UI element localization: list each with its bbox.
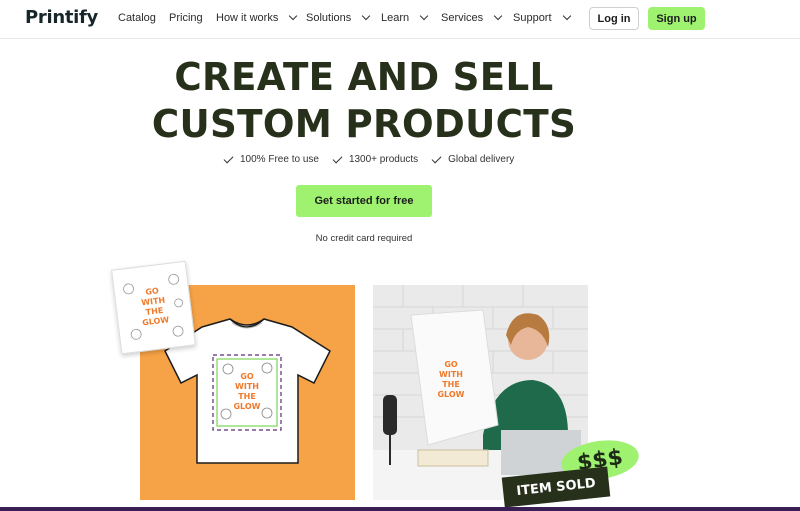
nav-item-label: Support (513, 12, 552, 24)
chevron-down-icon (419, 11, 429, 21)
check-icon (332, 153, 343, 163)
nav-item-learn[interactable]: Learn (381, 11, 429, 24)
nav-item-solutions[interactable]: Solutions (306, 11, 371, 24)
nav-item-label: Catalog (118, 12, 156, 24)
nav-item-label: Learn (381, 12, 410, 24)
design-text-line1: GO (444, 360, 458, 369)
design-preview-card: GO WITH THE GLOW (111, 260, 196, 355)
feature-label: 1300+ products (348, 154, 419, 165)
design-text-line3: THE (442, 380, 460, 389)
design-text-line4: GLOW (142, 315, 170, 327)
seller-photo-tile: GO WITH THE GLOW (373, 285, 588, 500)
top-navigation: Printify Catalog Pricing How it works So… (0, 0, 800, 39)
check-icon (223, 153, 234, 163)
feature-item: 1300+ products (332, 153, 419, 165)
nav-item-label: How it works (216, 12, 279, 24)
design-text-line2: WITH (235, 382, 259, 391)
design-text-line3: THE (238, 392, 256, 401)
login-button[interactable]: Log in (589, 7, 639, 30)
feature-label: 100% Free to use (240, 154, 319, 165)
chevron-down-icon (493, 11, 503, 21)
hero-headline-line2: CUSTOM PRODUCTS (151, 102, 577, 146)
seller-photo-illustration: GO WITH THE GLOW (373, 285, 588, 500)
nav-item-label: Pricing (169, 12, 203, 24)
design-text-line2: WITH (439, 370, 463, 379)
nav-item-services[interactable]: Services (441, 11, 503, 24)
chevron-down-icon (562, 11, 571, 21)
hero-headline: CREATE AND SELL CUSTOM PRODUCTS (7, 54, 720, 148)
nav-item-catalog[interactable]: Catalog (118, 12, 156, 24)
nav-item-label: Solutions (306, 12, 352, 24)
nav-item-support[interactable]: Support (513, 11, 571, 24)
get-started-button[interactable]: Get started for free (296, 185, 432, 217)
design-text-line4: GLOW (437, 390, 464, 399)
design-text-line1: GO (240, 372, 254, 381)
feature-list: 100% Free to use 1300+ products Global d… (223, 153, 515, 165)
nav-item-label: Services (441, 12, 484, 24)
feature-label: Global delivery (448, 154, 515, 165)
chevron-down-icon (289, 11, 298, 21)
nav-item-how-it-works[interactable]: How it works (216, 11, 298, 24)
check-icon (431, 153, 442, 163)
design-artwork: GO WITH THE GLOW (123, 273, 184, 340)
chevron-down-icon (362, 11, 371, 21)
page-bottom-edge (0, 507, 800, 511)
nav-item-pricing[interactable]: Pricing (169, 12, 203, 24)
signup-button[interactable]: Sign up (648, 7, 705, 30)
printify-logo[interactable]: Printify (25, 7, 98, 28)
design-text-line1: GO (145, 286, 160, 297)
feature-item: Global delivery (431, 153, 515, 165)
feature-item: 100% Free to use (223, 153, 319, 165)
hero-headline-line1: CREATE AND SELL (174, 55, 554, 99)
design-text-line4: GLOW (233, 402, 260, 411)
no-credit-card-note: No credit card required (315, 233, 413, 244)
